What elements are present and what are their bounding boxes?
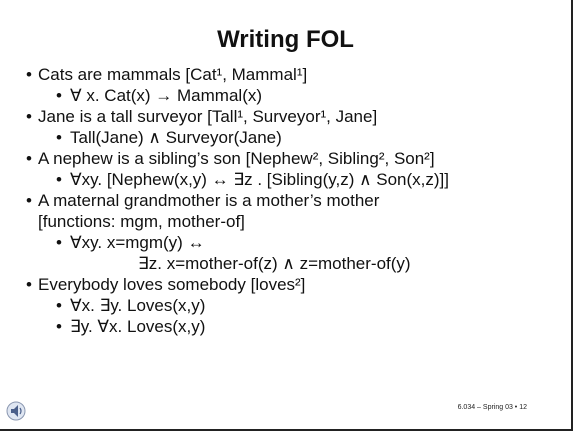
slide-footer: 6.034 – Spring 03 • 12 [457, 404, 527, 411]
sub-bullet-jane-formula: Tall(Jane) ∧ Surveyor(Jane) [24, 127, 561, 148]
slide-content: Cats are mammals [Cat¹, Mammal¹] ∀ x. Ca… [24, 64, 561, 337]
sub-bullet-cats-formula: ∀ x. Cat(x) → Mammal(x) [24, 85, 561, 106]
bullet-grandmother: A maternal grandmother is a mother’s mot… [24, 190, 561, 211]
bullet-jane: Jane is a tall surveyor [Tall¹, Surveyor… [24, 106, 561, 127]
slide: Writing FOL Cats are mammals [Cat¹, Mamm… [0, 0, 573, 431]
speaker-icon[interactable] [6, 401, 26, 421]
bullet-nephew: A nephew is a sibling’s son [Nephew², Si… [24, 148, 561, 169]
sub-bullet-loves-formula-2: ∃y. ∀x. Loves(x,y) [24, 316, 561, 337]
bullet-everybody-loves: Everybody loves somebody [loves²] [24, 274, 561, 295]
bullet-grandmother-continued: [functions: mgm, mother-of] [38, 212, 245, 231]
sub-bullet-nephew-formula: ∀xy. [Nephew(x,y) ↔ ∃z . [Sibling(y,z) ∧… [24, 169, 561, 190]
sub-bullet-loves-formula-1: ∀x. ∃y. Loves(x,y) [24, 295, 561, 316]
sub-bullet-grandmother-formula-continued: ∃z. x=mother-of(z) ∧ z=mother-of(y) [138, 254, 411, 273]
slide-title: Writing FOL [217, 26, 354, 53]
bullet-cats: Cats are mammals [Cat¹, Mammal¹] [24, 64, 561, 85]
sub-bullet-grandmother-formula: ∀xy. x=mgm(y) ↔ [24, 232, 561, 253]
